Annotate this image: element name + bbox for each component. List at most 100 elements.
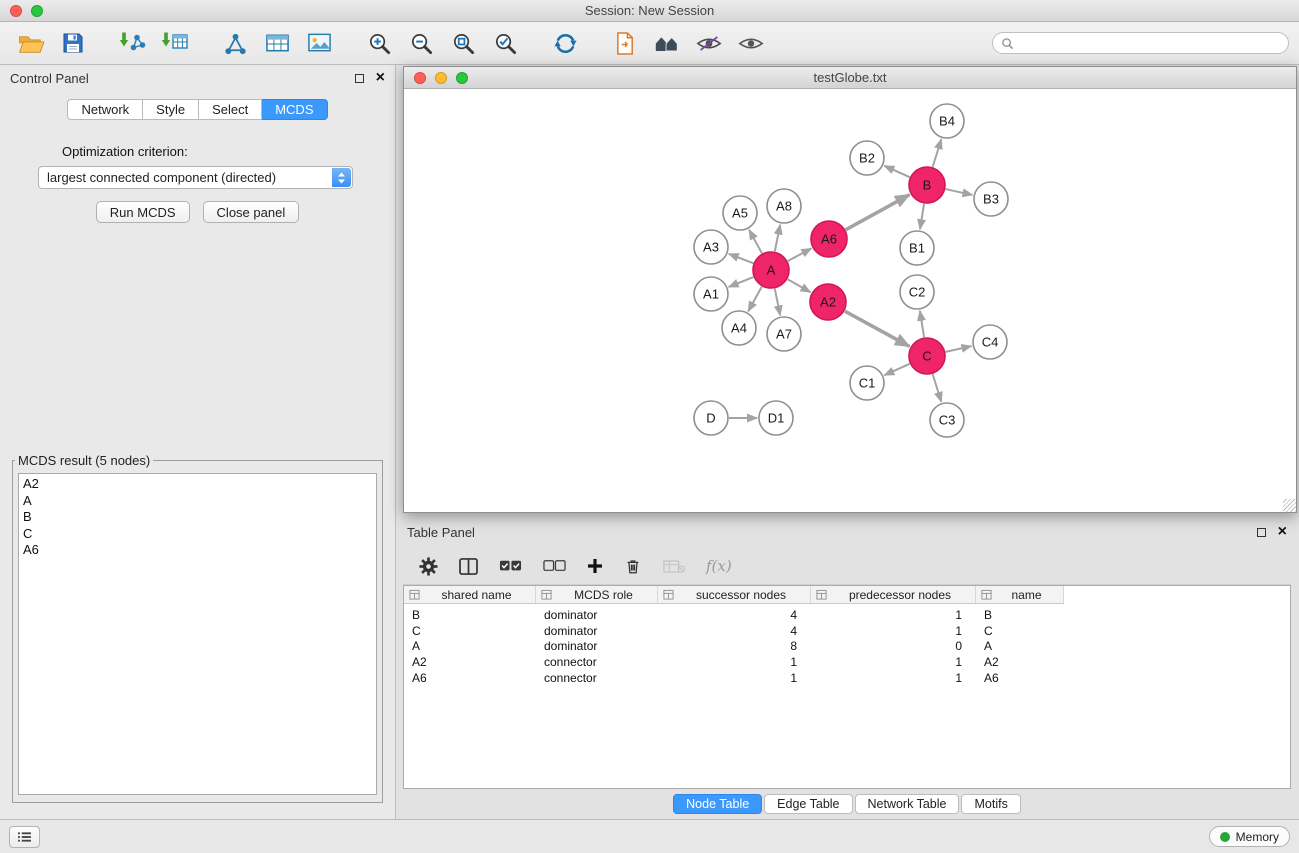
column-icon[interactable]	[459, 558, 478, 575]
zoom-selected-icon[interactable]	[484, 26, 526, 60]
graph-node-A1[interactable]: A1	[694, 277, 728, 311]
task-history-button[interactable]	[9, 826, 40, 848]
search-input[interactable]	[1019, 36, 1280, 50]
close-table-panel-icon[interactable]: ×	[1278, 524, 1287, 540]
edge-C-C3[interactable]	[933, 374, 942, 402]
graph-node-C3[interactable]: C3	[930, 403, 964, 437]
result-item-c[interactable]: C	[23, 526, 372, 543]
open-session-icon[interactable]	[10, 26, 52, 60]
new-table-icon[interactable]	[256, 26, 298, 60]
graph-node-B2[interactable]: B2	[850, 141, 884, 175]
zoom-fit-icon[interactable]	[442, 26, 484, 60]
result-item-a6[interactable]: A6	[23, 542, 372, 559]
function-builder-icon[interactable]: f(x)	[706, 557, 732, 575]
eye-icon[interactable]	[730, 26, 772, 60]
graph-node-B4[interactable]: B4	[930, 104, 964, 138]
tab-select[interactable]: Select	[199, 99, 262, 120]
delete-table-icon[interactable]	[663, 559, 685, 574]
edge-A6-B[interactable]	[846, 195, 910, 230]
edge-A-A3[interactable]	[729, 254, 754, 263]
float-panel-icon[interactable]	[355, 74, 364, 83]
graph-node-B1[interactable]: B1	[900, 231, 934, 265]
edge-B-B3[interactable]	[946, 189, 973, 195]
document-arrow-icon[interactable]	[604, 26, 646, 60]
graph-node-C1[interactable]: C1	[850, 366, 884, 400]
edge-A-A2[interactable]	[788, 279, 811, 292]
graph-node-B3[interactable]: B3	[974, 182, 1008, 216]
network-window-titlebar[interactable]: testGlobe.txt	[404, 67, 1296, 89]
edge-B-B2[interactable]	[884, 166, 909, 177]
edge-C-C2[interactable]	[920, 311, 924, 337]
graph-node-B[interactable]: B	[909, 167, 945, 203]
zoom-in-icon[interactable]	[358, 26, 400, 60]
run-mcds-button[interactable]: Run MCDS	[96, 201, 190, 223]
result-item-b[interactable]: B	[23, 509, 372, 526]
edge-A-A6[interactable]	[788, 248, 812, 261]
graph-node-A4[interactable]: A4	[722, 311, 756, 345]
network-canvas[interactable]: B4B2BB3A5A8A6B1A3AC2A1A2A4A7C4CC1C3DD1	[404, 89, 1296, 512]
network-zoom-button[interactable]	[456, 72, 468, 84]
zoom-window-button[interactable]	[31, 5, 43, 17]
new-network-icon[interactable]	[214, 26, 256, 60]
network-minimize-button[interactable]	[435, 72, 447, 84]
search-box[interactable]	[992, 32, 1289, 54]
tab-mcds[interactable]: MCDS	[262, 99, 327, 120]
tab-network[interactable]: Network	[67, 99, 143, 120]
tab-edge-table[interactable]: Edge Table	[764, 794, 852, 814]
close-window-button[interactable]	[10, 5, 22, 17]
edge-B-B1[interactable]	[920, 204, 924, 229]
tab-style[interactable]: Style	[143, 99, 199, 120]
edge-C-C1[interactable]	[884, 364, 909, 375]
import-network-icon[interactable]	[112, 26, 154, 60]
graph-node-A3[interactable]: A3	[694, 230, 728, 264]
table-row-b[interactable]: Bdominator41B	[404, 607, 1290, 623]
graph-node-C2[interactable]: C2	[900, 275, 934, 309]
export-image-icon[interactable]	[298, 26, 340, 60]
edge-A-A5[interactable]	[749, 230, 762, 254]
criterion-dropdown[interactable]: largest connected component (directed)	[38, 166, 353, 189]
graph-node-A8[interactable]: A8	[767, 189, 801, 223]
table-row-a2[interactable]: A2connector11A2	[404, 654, 1290, 670]
eye-slash-icon[interactable]	[688, 26, 730, 60]
graph-node-C[interactable]: C	[909, 338, 945, 374]
graph-node-A6[interactable]: A6	[811, 221, 847, 257]
graph-node-C4[interactable]: C4	[973, 325, 1007, 359]
graph-node-A[interactable]: A	[753, 252, 789, 288]
save-session-icon[interactable]	[52, 26, 94, 60]
edge-A-A7[interactable]	[775, 289, 780, 316]
table-row-c[interactable]: Cdominator41C	[404, 623, 1290, 639]
network-close-button[interactable]	[414, 72, 426, 84]
close-panel-button[interactable]: Close panel	[203, 201, 300, 223]
column-header-shared-name[interactable]: shared name	[404, 586, 536, 603]
edge-A-A4[interactable]	[748, 287, 762, 312]
float-table-panel-icon[interactable]	[1257, 528, 1266, 537]
column-header-name[interactable]: name	[976, 586, 1064, 603]
homes-icon[interactable]	[646, 26, 688, 60]
table-row-a6[interactable]: A6connector11A6	[404, 670, 1290, 686]
tab-network-table[interactable]: Network Table	[855, 794, 960, 814]
import-table-icon[interactable]	[154, 26, 196, 60]
graph-node-D1[interactable]: D1	[759, 401, 793, 435]
graph-node-A2[interactable]: A2	[810, 284, 846, 320]
column-header-mcds-role[interactable]: MCDS role	[536, 586, 658, 603]
resize-handle[interactable]	[1283, 499, 1296, 512]
refresh-layout-icon[interactable]	[544, 26, 586, 60]
tab-motifs[interactable]: Motifs	[961, 794, 1020, 814]
zoom-out-icon[interactable]	[400, 26, 442, 60]
edge-A2-C[interactable]	[845, 311, 910, 346]
trash-icon[interactable]	[624, 557, 642, 575]
graph-node-A5[interactable]: A5	[723, 196, 757, 230]
edge-A-A8[interactable]	[775, 225, 780, 252]
table-row-a[interactable]: Adominator80A	[404, 638, 1290, 654]
graph-node-A7[interactable]: A7	[767, 317, 801, 351]
memory-button[interactable]: Memory	[1209, 826, 1290, 847]
tab-node-table[interactable]: Node Table	[673, 794, 762, 814]
column-header-successor-nodes[interactable]: successor nodes	[658, 586, 811, 603]
result-item-a[interactable]: A	[23, 493, 372, 510]
deselect-all-icon[interactable]	[543, 559, 566, 573]
result-item-a2[interactable]: A2	[23, 476, 372, 493]
edge-B-B4[interactable]	[933, 139, 942, 167]
add-icon[interactable]	[587, 558, 603, 574]
close-panel-icon[interactable]: ×	[376, 70, 385, 86]
gear-icon[interactable]	[419, 557, 438, 576]
